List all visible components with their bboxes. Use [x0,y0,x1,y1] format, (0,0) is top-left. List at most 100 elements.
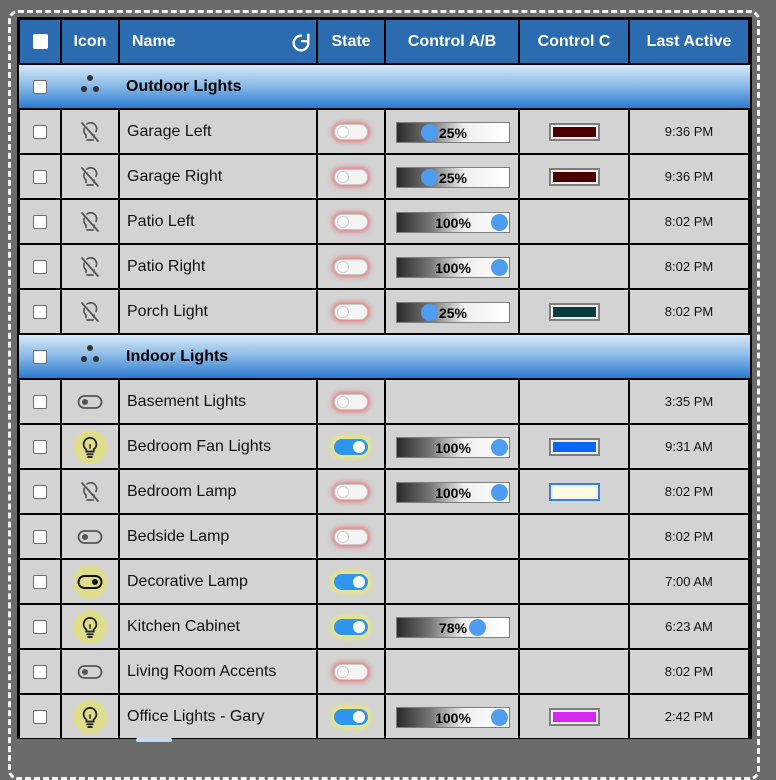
state-cell [318,560,384,603]
device-name[interactable]: Living Room Accents [120,663,276,681]
name-cell: Decorative Lamp [120,560,316,603]
device-name[interactable]: Basement Lights [120,393,246,411]
name-cell: Garage Right [120,155,316,198]
select-cell [20,200,60,243]
color-swatch[interactable] [548,302,600,321]
switch-off-icon[interactable] [77,394,103,410]
control-ab-cell [386,650,518,693]
color-swatch[interactable] [548,122,600,141]
state-column-label: State [331,32,371,50]
state-toggle[interactable] [334,618,368,635]
row-checkbox[interactable] [33,214,47,229]
last-active-time: 9:36 PM [664,124,714,139]
select-all-checkbox[interactable] [32,34,48,49]
color-swatch[interactable] [548,707,600,726]
device-row: Living Room Accents 8:02 PM [17,650,752,693]
icon-cell [62,290,118,333]
device-name[interactable]: Office Lights - Gary [120,708,265,726]
device-name[interactable]: Decorative Lamp [120,573,248,591]
bulb-on-icon[interactable] [73,609,107,644]
row-checkbox[interactable] [33,169,47,184]
device-name[interactable]: Bedroom Lamp [120,483,236,501]
state-cell [318,110,384,153]
row-checkbox[interactable] [33,709,47,724]
level-slider[interactable]: 100% [396,212,510,233]
device-row: Office Lights - Gary 100% 2:42 PM [17,695,752,738]
bulb-off-icon[interactable] [78,300,102,324]
color-swatch[interactable] [548,482,600,501]
row-checkbox[interactable] [33,394,47,409]
state-toggle[interactable] [334,438,368,455]
row-checkbox[interactable] [33,529,47,544]
control-c-cell [520,110,628,153]
level-slider[interactable]: 100% [396,482,510,503]
state-toggle[interactable] [334,213,368,230]
toggle-knob [337,170,349,183]
device-name[interactable]: Patio Right [120,258,205,276]
last-active-cell: 9:36 PM [630,110,748,153]
state-cell [318,650,384,693]
device-name[interactable]: Porch Light [120,303,208,321]
bulb-off-icon[interactable] [78,255,102,279]
icon-cell [62,515,118,558]
state-toggle[interactable] [334,123,368,140]
level-slider[interactable]: 100% [396,437,510,458]
device-name[interactable]: Patio Left [120,213,195,231]
device-row: Garage Left 25% 9:36 PM [17,110,752,153]
group-icon [79,73,101,100]
state-toggle[interactable] [334,483,368,500]
state-toggle[interactable] [334,708,368,725]
state-toggle[interactable] [334,663,368,680]
device-name[interactable]: Kitchen Cabinet [120,618,240,636]
device-name[interactable]: Bedroom Fan Lights [120,438,271,456]
device-name[interactable]: Bedside Lamp [120,528,229,546]
row-checkbox[interactable] [33,124,47,139]
bulb-off-icon[interactable] [78,480,102,504]
level-slider[interactable]: 100% [396,257,510,278]
bulb-off-icon[interactable] [78,165,102,189]
group-checkbox[interactable] [33,79,47,94]
state-toggle[interactable] [334,303,368,320]
control-ab-cell: 100% [386,695,518,738]
bulb-off-icon[interactable] [78,210,102,234]
color-swatch[interactable] [548,167,600,186]
bulb-off-icon[interactable] [78,120,102,144]
state-toggle[interactable] [334,393,368,410]
level-slider[interactable]: 25% [396,302,510,323]
level-slider[interactable]: 25% [396,167,510,188]
group-title[interactable]: Indoor Lights [126,335,228,378]
select-cell [20,560,60,603]
bulb-on-icon[interactable] [73,429,107,464]
icon-cell [62,650,118,693]
device-name[interactable]: Garage Right [120,168,222,186]
level-slider[interactable]: 100% [396,707,510,728]
row-checkbox[interactable] [33,439,47,454]
last-active-time: 7:00 AM [665,574,713,589]
level-slider[interactable]: 78% [396,617,510,638]
row-checkbox[interactable] [33,259,47,274]
row-checkbox[interactable] [33,574,47,589]
control-c-column-label: Control C [537,32,611,50]
switch-off-icon[interactable] [77,664,103,680]
scroll-indicator[interactable] [136,738,172,742]
control-ab-cell [386,560,518,603]
state-toggle[interactable] [334,528,368,545]
switch-on-icon[interactable] [73,564,107,599]
device-name[interactable]: Garage Left [120,123,212,141]
refresh-icon[interactable] [290,32,312,54]
state-toggle[interactable] [334,168,368,185]
row-checkbox[interactable] [33,619,47,634]
level-slider[interactable]: 25% [396,122,510,143]
switch-off-icon[interactable] [77,529,103,545]
state-toggle[interactable] [334,258,368,275]
row-checkbox[interactable] [33,664,47,679]
state-toggle[interactable] [334,573,368,590]
bulb-on-icon[interactable] [73,699,107,734]
group-title[interactable]: Outdoor Lights [126,65,242,108]
select-cell [20,155,60,198]
row-checkbox[interactable] [33,484,47,499]
row-checkbox[interactable] [33,304,47,319]
name-column-header[interactable]: Name [120,20,316,63]
color-swatch[interactable] [548,437,600,456]
group-checkbox[interactable] [33,349,47,364]
